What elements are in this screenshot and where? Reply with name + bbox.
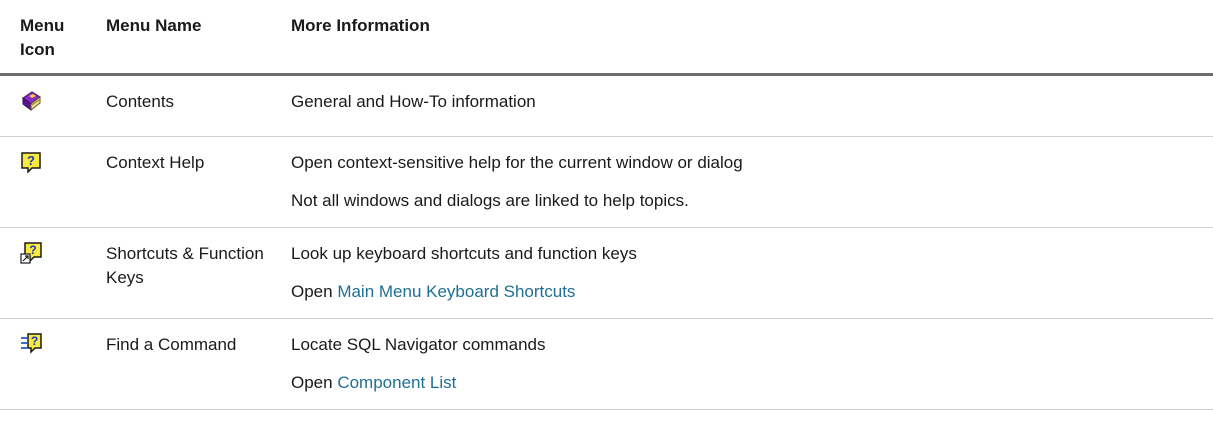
shortcuts-help-icon: ? <box>20 242 42 264</box>
context-help-icon: ? <box>20 151 42 174</box>
open-prefix: Open <box>291 282 338 301</box>
info-text: General and How-To information <box>291 92 536 111</box>
info-open-line: Open Main Menu Keyboard Shortcuts <box>291 280 1213 304</box>
component-list-link[interactable]: Component List <box>337 373 456 392</box>
info-open-line: Open Component List <box>291 371 1213 395</box>
svg-text:?: ? <box>31 334 38 348</box>
header-menu-icon: Menu Icon <box>0 0 88 76</box>
open-prefix: Open <box>291 373 338 392</box>
header-more-information: More Information <box>273 0 1213 76</box>
svg-text:?: ? <box>27 153 35 168</box>
menu-name: Contents <box>88 74 273 137</box>
menu-name: Find a Command <box>88 318 273 410</box>
info-text: Look up keyboard shortcuts and function … <box>291 244 637 263</box>
main-menu-keyboard-shortcuts-link[interactable]: Main Menu Keyboard Shortcuts <box>337 282 575 301</box>
table-row: Contents General and How-To information <box>0 74 1213 137</box>
menu-name: Shortcuts & Function Keys <box>88 227 273 319</box>
help-menu-table: Menu Icon Menu Name More Information Con… <box>0 0 1213 410</box>
info-text: Locate SQL Navigator commands <box>291 335 546 354</box>
book-icon <box>20 90 42 112</box>
menu-name: Context Help <box>88 136 273 228</box>
info-text: Open context-sensitive help for the curr… <box>291 153 743 172</box>
table-row: ? Find a Command Locate SQL Navigator co… <box>0 318 1213 410</box>
table-row: ? Context Help Open context-sensitive he… <box>0 136 1213 228</box>
table-row: ? Shortcuts & Function Keys Look up keyb… <box>0 227 1213 319</box>
header-menu-name: Menu Name <box>88 0 273 76</box>
header-row: Menu Icon Menu Name More Information <box>0 0 1213 76</box>
find-command-icon: ? <box>20 333 42 355</box>
info-text: Not all windows and dialogs are linked t… <box>291 191 689 210</box>
